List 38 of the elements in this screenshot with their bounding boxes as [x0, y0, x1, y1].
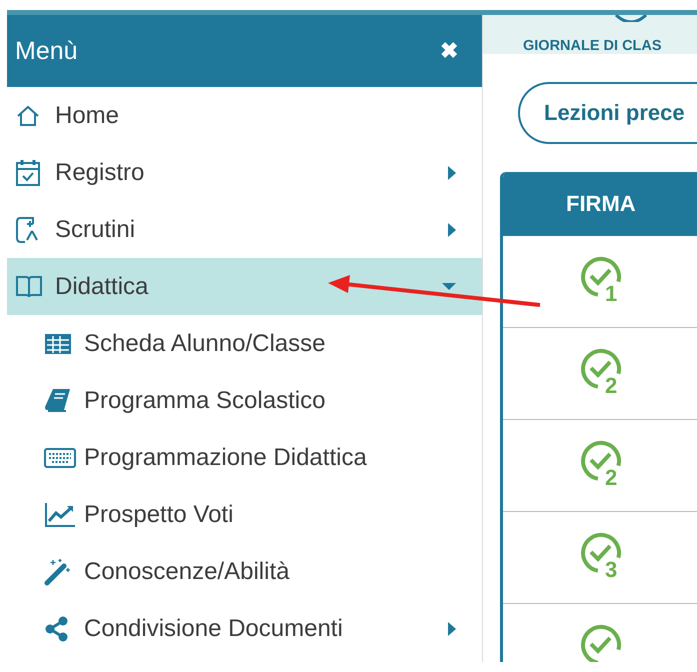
line-chart-icon: [44, 502, 76, 528]
submenu-item[interactable]: Programma Scolastico: [7, 372, 482, 429]
submenu-item-label: Programmazione Didattica: [84, 444, 368, 472]
book-icon: [15, 274, 43, 298]
column-header: FIRMA: [566, 191, 636, 217]
submenu-item-label: Conoscenze/Abilità: [84, 558, 290, 586]
menu-item[interactable]: Didattica: [7, 258, 482, 315]
magic-wand-icon: [44, 558, 72, 586]
section-title: GIORNALE DI CLAS: [523, 38, 662, 54]
menu-item[interactable]: Home: [7, 87, 482, 144]
signature-count: 3: [605, 558, 618, 580]
menu-item-label: Didattica: [55, 272, 150, 300]
menu-title: Menù: [15, 36, 78, 66]
submenu-item[interactable]: Programmazione Didattica: [7, 429, 482, 486]
submenu-item[interactable]: Conoscenze/Abilità: [7, 543, 482, 600]
calendar-icon: [15, 158, 41, 186]
table-icon: [44, 332, 72, 354]
book-icon: [44, 388, 72, 414]
submenu-item-label: Condivisione Documenti: [84, 614, 344, 642]
submenu-item[interactable]: Condivisione Documenti: [7, 600, 482, 657]
menu-item-label: Registro: [55, 158, 146, 186]
house-icon: [15, 104, 41, 126]
menu-item[interactable]: Registro: [7, 144, 482, 201]
menu-item-label: Scrutini: [55, 216, 136, 244]
menu-item-label: Home: [55, 102, 120, 130]
signature-count: 2: [605, 374, 618, 396]
submenu-item[interactable]: Scheda Alunno/Classe: [7, 315, 482, 372]
submenu-item-label: Scheda Alunno/Classe: [84, 330, 326, 358]
keyboard-icon: [44, 448, 76, 468]
share-icon: [44, 616, 70, 642]
signature-count: 1: [605, 282, 618, 304]
menu-item[interactable]: Scrutini: [7, 201, 482, 258]
submenu-item[interactable]: Prospetto Voti: [7, 486, 482, 543]
signature-count: 2: [605, 466, 618, 488]
previous-lessons-button[interactable]: Lezioni prece: [518, 82, 697, 144]
close-icon[interactable]: ✖: [440, 38, 458, 64]
submenu-item-label: Prospetto Voti: [84, 500, 234, 528]
submenu-item-label: Programma Scolastico: [84, 386, 326, 414]
